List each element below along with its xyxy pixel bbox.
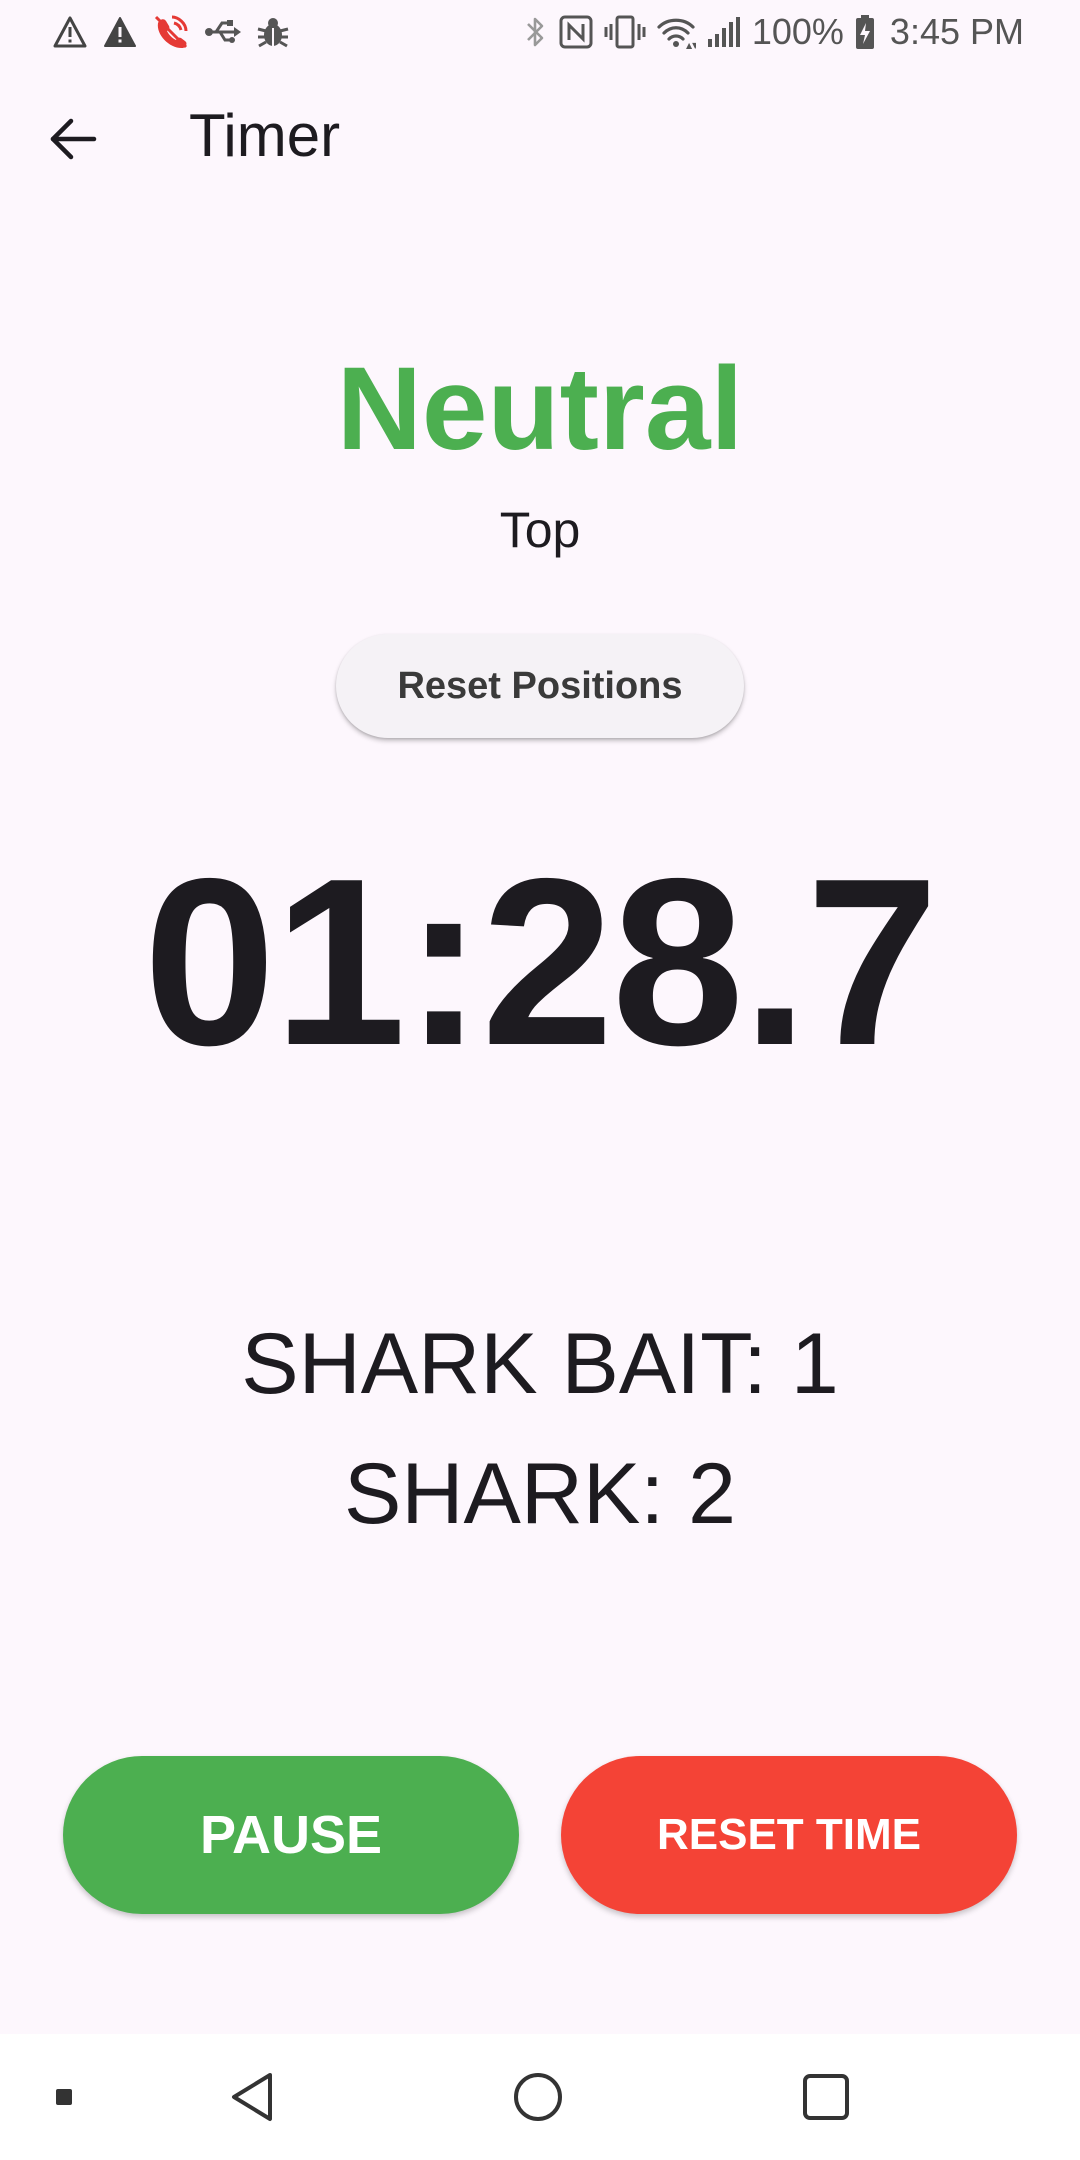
status-time: 3:45 PM <box>889 11 1024 52</box>
recents-indicator-icon[interactable] <box>48 2081 80 2113</box>
overview-square-icon[interactable] <box>796 2067 856 2127</box>
warning-outline-icon <box>52 15 88 49</box>
warning-filled-icon <box>102 15 138 49</box>
arrow-back-icon <box>49 118 97 160</box>
timer-display: 01:28.7 <box>143 830 938 1095</box>
debug-bug-icon <box>256 15 290 49</box>
back-button[interactable] <box>38 104 108 174</box>
position-title: Neutral <box>336 343 744 475</box>
missed-call-icon <box>152 13 190 51</box>
system-nav-bar <box>0 2034 1080 2160</box>
status-bar: ▲▼ 100% 3:45 PM <box>0 0 1080 66</box>
usb-icon <box>204 17 242 47</box>
battery-charging-icon <box>854 14 876 50</box>
nfc-icon <box>558 14 594 50</box>
reset-positions-button[interactable]: Reset Positions <box>336 634 744 738</box>
status-right-icons: ▲▼ 100% 3:45 PM <box>524 8 1024 56</box>
reset-time-button[interactable]: RESET TIME <box>561 1756 1017 1914</box>
vibrate-icon <box>604 14 646 50</box>
app-bar: Timer <box>0 66 1080 208</box>
back-triangle-icon[interactable] <box>222 2067 282 2127</box>
bluetooth-icon <box>524 14 548 50</box>
home-circle-icon[interactable] <box>508 2067 568 2127</box>
svg-text:▲▼: ▲▼ <box>686 41 696 49</box>
signal-icon <box>706 15 742 49</box>
score-shark-bait: SHARK BAIT: 1 <box>241 1316 839 1412</box>
score-shark: SHARK: 2 <box>344 1446 736 1542</box>
wifi-icon: ▲▼ <box>656 15 696 49</box>
pause-button[interactable]: PAUSE <box>63 1756 519 1914</box>
battery-percent: 100% <box>751 11 844 52</box>
position-subtitle: Top <box>499 502 581 558</box>
page-title: Timer <box>189 102 341 169</box>
status-left-icons <box>52 10 290 54</box>
